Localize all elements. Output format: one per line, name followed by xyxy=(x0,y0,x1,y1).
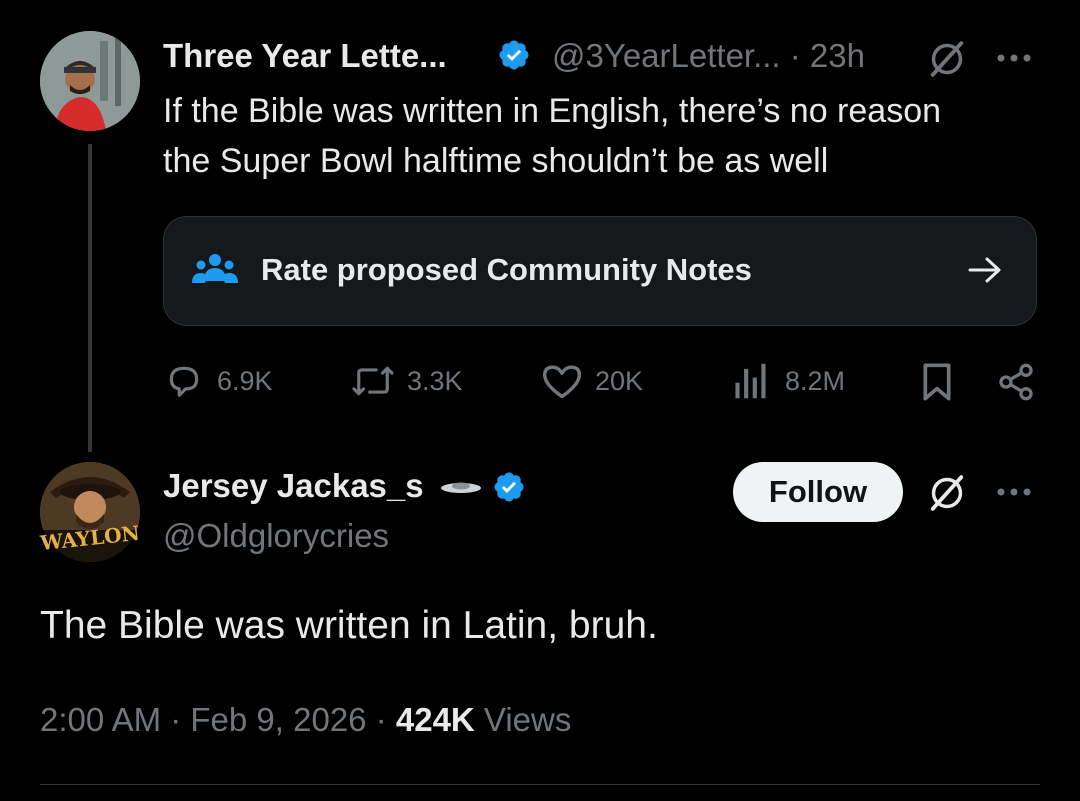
arrow-right-icon[interactable] xyxy=(967,255,1003,285)
thread-connector-line xyxy=(88,144,92,452)
verified-badge-icon xyxy=(499,40,529,70)
more-icon[interactable] xyxy=(994,50,1034,66)
grok-icon[interactable] xyxy=(928,40,966,78)
like-icon[interactable] xyxy=(541,362,583,400)
verified-badge-icon xyxy=(494,472,524,502)
reply-text: The Bible was written in Latin, bruh. xyxy=(40,604,658,647)
community-notes-label[interactable]: Rate proposed Community Notes xyxy=(261,252,752,288)
views-total: 424K xyxy=(395,701,475,738)
reply-icon[interactable] xyxy=(164,362,204,400)
bookmark-icon[interactable] xyxy=(920,362,954,402)
timestamp[interactable]: 2:00 AM · Feb 9, 2026 · xyxy=(40,701,396,738)
tweet-text-line-2: the Super Bowl halftime shouldn’t be as … xyxy=(163,142,829,180)
tweet-text-line-1: If the Bible was written in English, the… xyxy=(163,92,942,130)
like-count: 20K xyxy=(595,366,644,396)
reply-display-name[interactable]: Jersey Jackas_s xyxy=(163,467,424,505)
reply-count: 6.9K xyxy=(217,366,273,396)
repost-count: 3.3K xyxy=(407,366,463,396)
reply-handle[interactable]: @Oldglorycries xyxy=(163,517,389,555)
more-icon[interactable] xyxy=(994,484,1034,500)
handle-and-time[interactable]: @3YearLetter... · 23h xyxy=(552,37,865,75)
views-icon[interactable] xyxy=(733,362,769,400)
repost-icon[interactable] xyxy=(350,362,396,400)
grok-icon[interactable] xyxy=(928,474,966,512)
avatar-three-year-letterman[interactable] xyxy=(40,31,140,131)
share-icon[interactable] xyxy=(996,362,1036,402)
community-notes-icon xyxy=(192,254,238,283)
follow-button[interactable]: Follow xyxy=(733,462,903,522)
display-name[interactable]: Three Year Lette... xyxy=(163,37,447,75)
divider xyxy=(40,784,1040,785)
ufo-emoji-icon xyxy=(441,482,481,493)
tweet-meta: 2:00 AM · Feb 9, 2026 · 424K Views xyxy=(40,701,571,739)
views-label: Views xyxy=(474,701,572,738)
views-count: 8.2M xyxy=(785,366,846,396)
